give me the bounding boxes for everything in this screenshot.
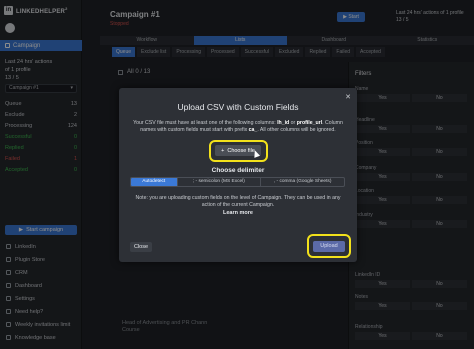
learn-more-link[interactable]: Learn more (119, 210, 357, 216)
delimiter-option-1[interactable]: ; - semicolon (MS Excel) (178, 178, 262, 186)
close-icon[interactable]: ✕ (345, 93, 351, 101)
delimiter-title: Choose delimiter (211, 167, 265, 174)
dialog-description: Your CSV file must have at least one of … (133, 120, 343, 133)
dialog-note: Note: you are uploading custom fields on… (135, 195, 341, 208)
delimiter-option-0[interactable]: Autodetect (131, 178, 178, 186)
upload-button[interactable]: Upload (313, 241, 345, 252)
plus-icon: + (221, 147, 225, 154)
app-window: in LINKEDHELPER2 Campaign Last 24 hrs' a… (0, 0, 474, 349)
upload-csv-dialog: ✕ Upload CSV with Custom Fields Your CSV… (119, 88, 357, 262)
delimiter-option-2[interactable]: , - comma (Google Sheets) (261, 178, 344, 186)
close-button[interactable]: Close (130, 242, 152, 252)
delimiter-options: Autodetect; - semicolon (MS Excel), - co… (130, 177, 345, 187)
dialog-title: Upload CSV with Custom Fields (177, 102, 299, 112)
